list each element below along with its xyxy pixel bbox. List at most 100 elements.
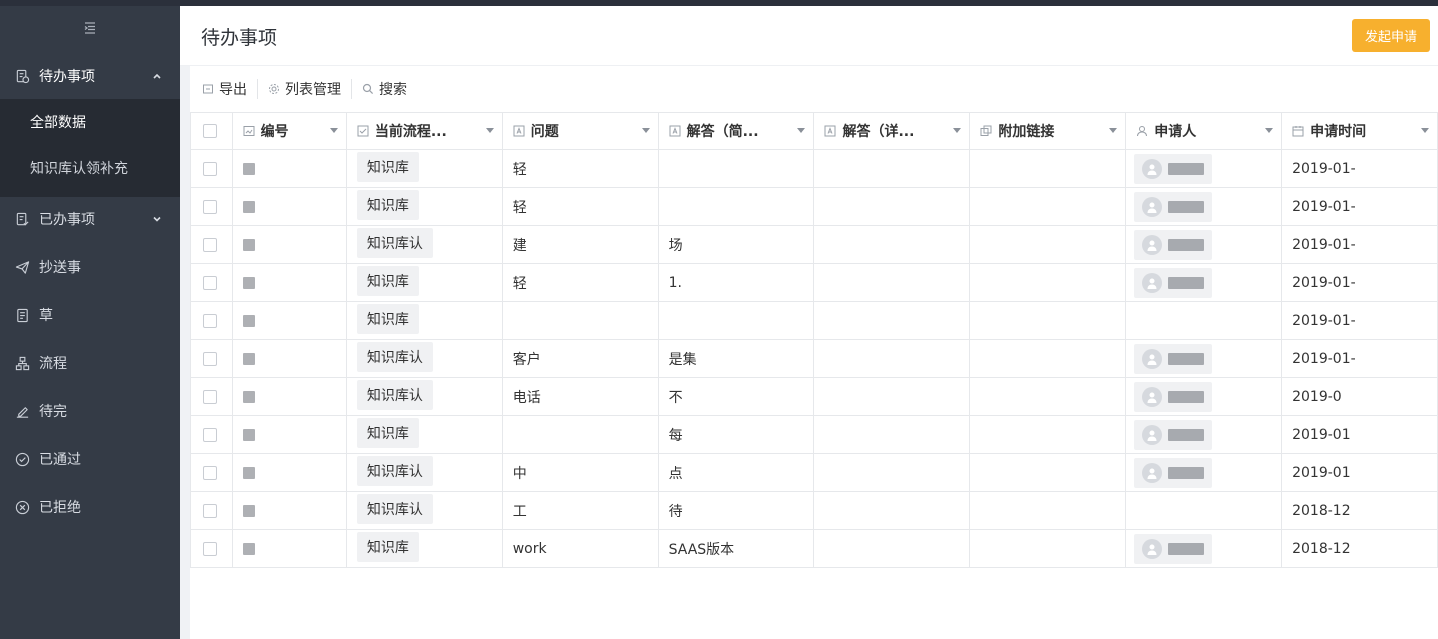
table-row[interactable]: 知识库认 工 待 2018-12	[190, 491, 1438, 530]
select-all-checkbox[interactable]	[190, 112, 233, 150]
applicant-chip[interactable]	[1134, 191, 1213, 222]
table-row[interactable]: 知识库 轻 1. 2019-01-	[190, 263, 1438, 302]
row-checkbox[interactable]	[190, 453, 233, 492]
caret-down-icon[interactable]	[953, 128, 962, 133]
applicant-chip[interactable]	[1134, 229, 1213, 260]
col-header-applicant[interactable]: 申请人	[1125, 112, 1283, 150]
cell-question[interactable]: 轻	[501, 149, 659, 188]
data-table-container: 编号 当前流程... 问题 解答（简... 解答（详... 附加链接 申请人 申…	[190, 112, 1438, 639]
cell-answer-short[interactable]: 1.	[657, 263, 815, 302]
cell-answer-short[interactable]: 是集	[657, 339, 815, 378]
nav-item-flow[interactable]: 流程	[0, 341, 180, 385]
applicant-chip[interactable]	[1134, 267, 1213, 298]
row-checkbox[interactable]	[190, 415, 233, 454]
table-row[interactable]: 知识库 轻 2019-01-	[190, 149, 1438, 188]
applicant-chip[interactable]	[1134, 419, 1213, 450]
table-row[interactable]: 知识库 每 2019-01	[190, 415, 1438, 454]
table-row[interactable]: 知识库 work SAAS版本 2018-12	[190, 529, 1438, 568]
cell-question[interactable]: 工	[501, 491, 659, 530]
nav-item-pending[interactable]: 待完	[0, 389, 180, 433]
applicant-chip[interactable]	[1134, 381, 1213, 412]
caret-down-icon[interactable]	[641, 128, 650, 133]
cell-answer-short[interactable]: SAAS版本	[657, 529, 815, 568]
col-header-link[interactable]: 附加链接	[969, 112, 1127, 150]
caret-down-icon[interactable]	[797, 128, 806, 133]
cell-answer-short[interactable]: 不	[657, 377, 815, 416]
flow-tag: 知识库认	[356, 455, 433, 486]
nav-item-draft[interactable]: 草	[0, 293, 180, 337]
col-header-flow[interactable]: 当前流程...	[345, 112, 503, 150]
applicant-chip[interactable]	[1134, 343, 1213, 374]
export-label: 导出	[219, 82, 247, 98]
nav-item-todo[interactable]: 待办事项	[0, 54, 180, 98]
caret-down-icon[interactable]	[1109, 128, 1118, 133]
applicant-chip[interactable]	[1134, 153, 1213, 184]
col-header-time[interactable]: 申请时间	[1281, 112, 1438, 150]
table-row[interactable]: 知识库认 电话 不 2019-0	[190, 377, 1438, 416]
row-checkbox[interactable]	[190, 301, 233, 340]
table-row[interactable]: 知识库 轻 2019-01-	[190, 187, 1438, 226]
col-header-id[interactable]: 编号	[231, 112, 347, 150]
cell-answer-short[interactable]	[657, 149, 815, 188]
start-application-button[interactable]: 发起申请	[1352, 19, 1430, 52]
flow-label: 知识库	[366, 539, 409, 556]
chevron-down-icon	[152, 212, 162, 222]
cell-id	[231, 377, 347, 416]
row-checkbox[interactable]	[190, 149, 233, 188]
cell-question[interactable]: 客户	[501, 339, 659, 378]
cell-question[interactable]: work	[501, 529, 659, 568]
caret-down-icon[interactable]	[329, 128, 338, 133]
cell-applicant	[1125, 149, 1283, 188]
row-checkbox[interactable]	[190, 377, 233, 416]
cell-answer-short[interactable]: 每	[657, 415, 815, 454]
copy-icon	[980, 125, 992, 137]
nav-item-approved[interactable]: 已通过	[0, 437, 180, 481]
row-checkbox[interactable]	[190, 339, 233, 378]
applicant-chip[interactable]	[1134, 533, 1213, 564]
col-header-question[interactable]: 问题	[501, 112, 659, 150]
cell-question[interactable]: 中	[501, 453, 659, 492]
edit-pen-icon	[14, 403, 30, 419]
cell-answer-short[interactable]: 场	[657, 225, 815, 264]
caret-down-icon[interactable]	[1420, 128, 1429, 133]
table-row[interactable]: 知识库认 中 点 2019-01	[190, 453, 1438, 492]
nav-item-done[interactable]: 已办事项	[0, 197, 180, 241]
text-field-icon	[824, 125, 836, 137]
cell-answer-short[interactable]: 点	[657, 453, 815, 492]
cell-flow: 知识库	[345, 529, 503, 568]
sub-item-knowledge[interactable]: 知识库认领补充	[0, 145, 180, 191]
menu-collapse-icon[interactable]	[82, 20, 98, 36]
export-button[interactable]: 导出	[202, 79, 258, 99]
column-manage-button[interactable]: 列表管理	[268, 79, 352, 99]
user-icon	[1136, 125, 1148, 137]
applicant-chip[interactable]	[1134, 457, 1213, 488]
cell-answer-short[interactable]	[657, 187, 815, 226]
table-row[interactable]: 知识库认 客户 是集 2019-01-	[190, 339, 1438, 378]
row-checkbox[interactable]	[190, 225, 233, 264]
col-header-answer-short[interactable]: 解答（简...	[657, 112, 815, 150]
row-checkbox[interactable]	[190, 491, 233, 530]
row-checkbox[interactable]	[190, 263, 233, 302]
cell-question[interactable]	[501, 301, 659, 340]
row-checkbox[interactable]	[190, 529, 233, 568]
caret-down-icon[interactable]	[1265, 128, 1274, 133]
row-checkbox[interactable]	[190, 187, 233, 226]
table-row[interactable]: 知识库认 建 场 2019-01-	[190, 225, 1438, 264]
flow-label: 知识库认	[366, 387, 423, 404]
caret-down-icon[interactable]	[485, 128, 494, 133]
cell-answer-short[interactable]: 待	[657, 491, 815, 530]
cell-answer-short[interactable]	[657, 301, 815, 340]
cell-question[interactable]: 轻	[501, 263, 659, 302]
cell-question[interactable]	[501, 415, 659, 454]
cell-question[interactable]: 电话	[501, 377, 659, 416]
redacted-name	[1168, 428, 1205, 441]
cell-question[interactable]: 轻	[501, 187, 659, 226]
table-row[interactable]: 知识库 2019-01-	[190, 301, 1438, 340]
nav-item-cc[interactable]: 抄送事	[0, 245, 180, 289]
sub-item-all-data[interactable]: 全部数据	[0, 99, 180, 145]
search-button[interactable]: 搜索	[362, 79, 417, 99]
cell-question[interactable]: 建	[501, 225, 659, 264]
col-header-answer-detail[interactable]: 解答（详...	[813, 112, 971, 150]
cell-link	[969, 529, 1127, 568]
nav-item-rejected[interactable]: 已拒绝	[0, 485, 180, 529]
